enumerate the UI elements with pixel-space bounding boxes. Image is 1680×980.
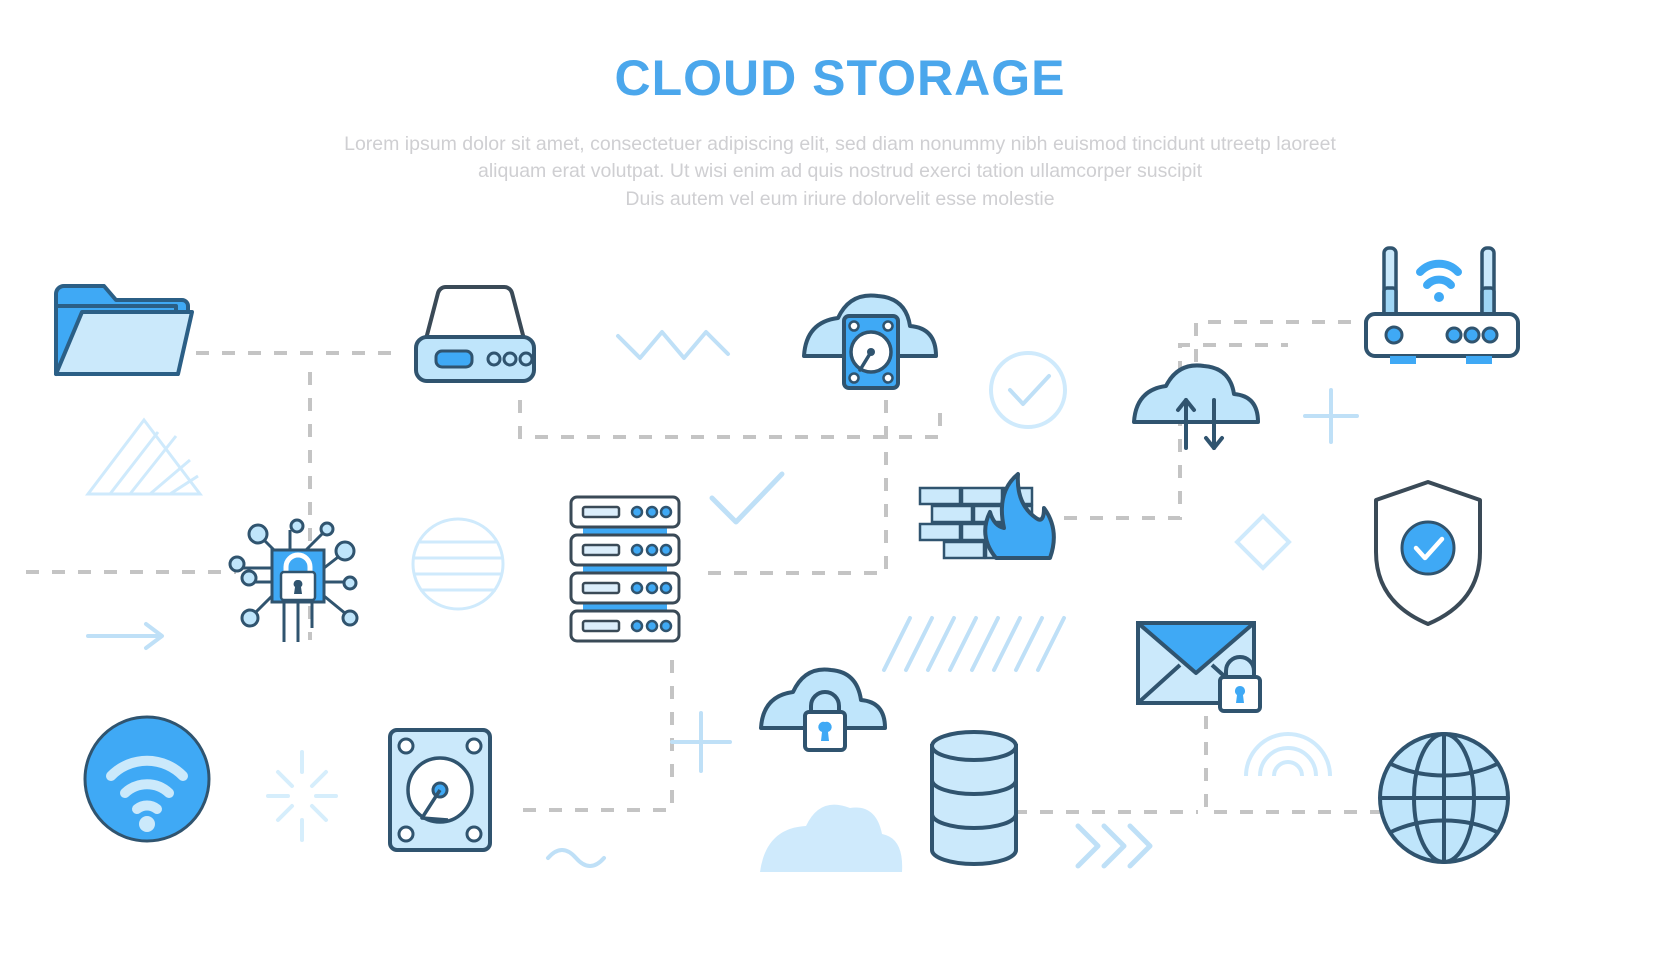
connector-drive-to-cloud-disk — [518, 400, 942, 439]
plus-small-decor — [1303, 388, 1359, 444]
database-icon[interactable] — [928, 728, 1020, 868]
cloud-lock-icon[interactable] — [757, 666, 897, 758]
header: CLOUD STORAGE Lorem ipsum dolor sit amet… — [0, 0, 1680, 214]
hard-disk-drive-icon[interactable] — [386, 726, 494, 854]
wave-line-decor — [546, 848, 606, 868]
zigzag-decor — [616, 330, 730, 360]
firewall-icon[interactable] — [916, 458, 1064, 568]
connector-cloud-disk-down — [706, 400, 888, 575]
cloud-silhouette-decor — [760, 804, 903, 872]
check-mark-large-decor — [709, 471, 785, 525]
subtitle-paragraph: Lorem ipsum dolor sit amet, consectetuer… — [335, 131, 1345, 214]
cloud-disk-icon[interactable] — [800, 290, 940, 400]
infographic-canvas: CLOUD STORAGE Lorem ipsum dolor sit amet… — [0, 0, 1680, 980]
shield-check-icon[interactable] — [1368, 478, 1488, 628]
wifi-signal-icon[interactable] — [82, 714, 212, 844]
security-chip-lock-icon[interactable] — [228, 502, 368, 646]
plus-medium-decor — [670, 711, 732, 773]
folder-icon[interactable] — [52, 282, 196, 378]
connector-server-down-to-hdd — [512, 660, 674, 812]
subtitle-line-3: Duis autem vel eum iriure dolorvelit ess… — [625, 187, 1055, 210]
striped-triangle-decor — [84, 417, 204, 496]
globe-icon[interactable] — [1376, 730, 1512, 866]
diamond-outline-decor — [1234, 513, 1292, 571]
check-circle-decor — [989, 351, 1067, 429]
external-hard-drive-icon[interactable] — [408, 283, 542, 383]
subtitle-line-1: Lorem ipsum dolor sit amet, consectetuer… — [344, 132, 1336, 155]
starburst-decor — [266, 750, 338, 842]
subtitle-line-2: aliquam erat volutpat. Ut wisi enim ad q… — [478, 160, 1202, 183]
striped-circle-decor — [411, 517, 505, 611]
diagonal-hatch-decor — [882, 616, 1066, 672]
chevrons-decor — [1075, 823, 1153, 869]
cloud-sync-icon[interactable] — [1130, 362, 1270, 452]
server-rack-icon[interactable] — [565, 495, 685, 645]
secure-email-icon[interactable] — [1134, 617, 1280, 713]
wifi-router-icon[interactable] — [1362, 240, 1522, 364]
page-title: CLOUD STORAGE — [614, 50, 1066, 106]
arrow-right-decor — [86, 622, 164, 650]
rainbow-arcs-decor — [1244, 732, 1332, 777]
connector-cloud-sync-to-router — [1194, 320, 1378, 362]
